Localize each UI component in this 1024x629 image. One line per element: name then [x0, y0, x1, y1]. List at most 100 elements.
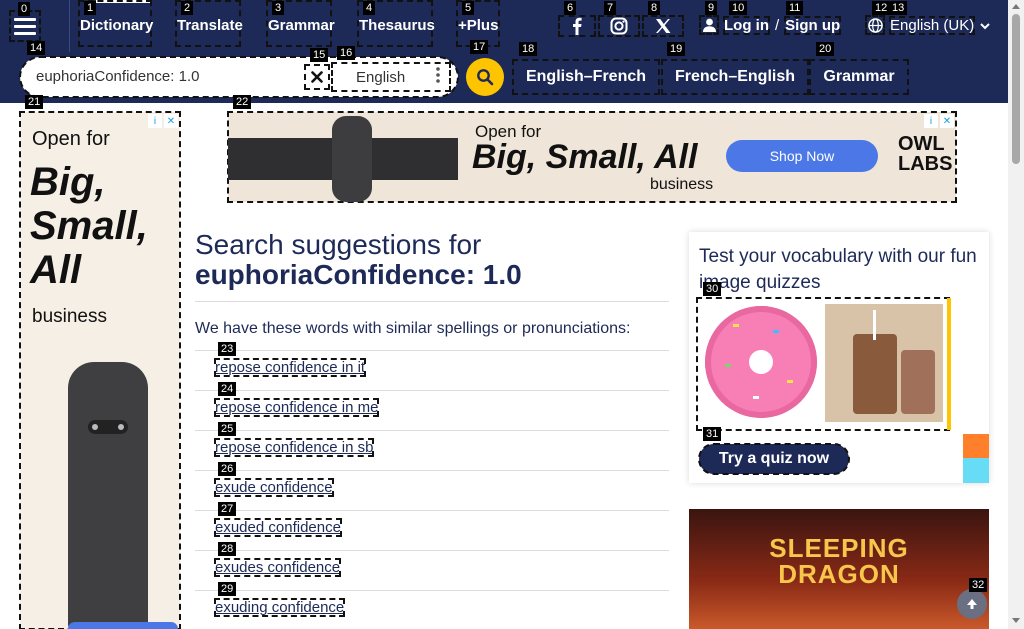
close-icon[interactable]: ✕ [164, 114, 178, 128]
suggestion-link[interactable]: repose confidence in sb [213, 438, 375, 457]
quiz-accent [947, 298, 951, 430]
ad-shop-button[interactable]: Shop Now [726, 140, 878, 172]
chevron-down-icon [980, 17, 990, 34]
ad-left[interactable]: i ✕ Open for Big, Small, All business [19, 111, 181, 629]
tag-label: 27 [218, 502, 237, 516]
search-icon [477, 69, 494, 86]
title-query: euphoriaConfidence: 1.0 [195, 259, 522, 290]
login-separator: / [775, 16, 780, 34]
nav-grammar-link[interactable]: Grammar [268, 17, 335, 34]
search-language-select[interactable]: English [331, 62, 451, 92]
search-box: English [19, 56, 459, 98]
tag-label: 1 [84, 1, 97, 15]
facebook-icon[interactable] [558, 15, 596, 37]
ad-brand: OWL LABS [898, 133, 953, 175]
tag-label: 11 [786, 1, 804, 15]
nav-thesaurus-link[interactable]: Thesaurus [359, 17, 435, 34]
search-button[interactable] [466, 58, 504, 96]
close-icon[interactable] [304, 64, 330, 90]
scrollbar[interactable] [1008, 0, 1024, 629]
divider [195, 510, 669, 511]
feedback-tab[interactable] [963, 458, 989, 483]
tag-label: 17 [470, 40, 489, 54]
signup-link[interactable]: Sign up [784, 15, 842, 35]
divider [195, 470, 669, 471]
globe-icon[interactable] [865, 15, 885, 35]
divider [195, 550, 669, 551]
quiz-title: Test your vocabulary with our fun image … [699, 246, 977, 293]
tag-label: 19 [667, 42, 686, 56]
user-icon[interactable] [699, 15, 719, 35]
tag-label: 0 [18, 2, 31, 16]
language-selector[interactable]: English (UK) [865, 15, 990, 35]
arrow-up-icon [967, 599, 977, 609]
suggestion-link[interactable]: repose confidence in it [213, 358, 367, 377]
login-link[interactable]: Log in [723, 15, 770, 35]
suggestion-link[interactable]: exudes confidence [213, 558, 342, 577]
more-vertical-icon [436, 67, 440, 87]
tag-label: 23 [218, 342, 237, 356]
search-language-label: English [356, 68, 406, 86]
suggestion-link[interactable]: exuding confidence [213, 598, 346, 617]
close-icon[interactable]: ✕ [940, 114, 954, 128]
tag-label: 5 [462, 1, 475, 15]
tag-label: 15 [310, 48, 329, 62]
link-grammar[interactable]: Grammar [809, 59, 909, 95]
suggestion-link[interactable]: repose confidence in me [213, 398, 380, 417]
tag-label: 20 [816, 42, 835, 56]
suggestion-link[interactable]: exude confidence [214, 478, 334, 497]
language-label[interactable]: English (UK) [888, 15, 976, 35]
divider [195, 590, 669, 591]
ad-headline: Big, Small, All [472, 138, 698, 176]
ad-text: business [32, 306, 107, 327]
tag-label: 30 [703, 282, 722, 296]
tag-label: 29 [218, 582, 237, 596]
divider [195, 301, 669, 302]
search-input[interactable] [34, 67, 318, 86]
tag-label: 10 [729, 1, 748, 15]
ad-headline: Big, Small, All [30, 160, 148, 292]
adchoices-icon[interactable]: i [924, 114, 938, 128]
link-english-french[interactable]: English–French [512, 59, 660, 95]
tag-label: 2 [181, 1, 194, 15]
ad-top[interactable]: i ✕ Open for Big, Small, All business Sh… [227, 111, 957, 203]
tag-label: 28 [218, 542, 237, 556]
ad-product-image [332, 116, 372, 202]
ad-right[interactable]: ▷ ⋮ SLEEPING DRAGON [689, 509, 989, 629]
nav-dictionary-link[interactable]: Dictionary [80, 17, 153, 34]
scroll-down-icon[interactable] [1012, 618, 1020, 623]
scroll-up-icon[interactable] [1012, 4, 1020, 9]
tag-label: 3 [272, 1, 285, 15]
quiz-button[interactable]: Try a quiz now [698, 443, 850, 475]
link-french-english[interactable]: French–English [661, 59, 809, 95]
suggestion-link[interactable]: exuded confidence [214, 518, 342, 537]
ad-product-image [68, 362, 148, 629]
x-icon[interactable] [642, 15, 684, 37]
back-to-top-button[interactable] [957, 589, 987, 619]
divider [69, 0, 70, 52]
tag-label: 22 [233, 95, 252, 109]
tag-label: 31 [703, 427, 722, 441]
top-header: 0 Dictionary 1 Translate 2 Grammar 3 The… [0, 0, 1008, 52]
feedback-tab[interactable] [963, 434, 989, 458]
nav-translate-link[interactable]: Translate [177, 17, 243, 34]
link-label: English–French [525, 68, 647, 85]
scroll-thumb[interactable] [1012, 14, 1020, 164]
tag-label: 25 [218, 422, 237, 436]
instagram-icon[interactable] [598, 15, 640, 37]
tag-label: 6 [564, 1, 577, 15]
adchoices-icon[interactable]: i [148, 114, 162, 128]
tag-label: 21 [25, 95, 44, 109]
quiz-images[interactable] [696, 297, 951, 431]
donut-image [703, 304, 821, 422]
nav-plus-link[interactable]: +Plus [458, 17, 498, 34]
link-label: French–English [674, 68, 796, 85]
tag-label: 32 [969, 578, 988, 592]
ad-text: business [650, 176, 714, 193]
tag-label: 16 [337, 46, 356, 60]
tag-label: 4 [363, 1, 376, 15]
tag-label: 18 [519, 42, 538, 56]
title-prefix: Search suggestions for [195, 229, 482, 260]
tag-label: 7 [604, 1, 617, 15]
login-area: Log in / Sign up [699, 15, 842, 35]
